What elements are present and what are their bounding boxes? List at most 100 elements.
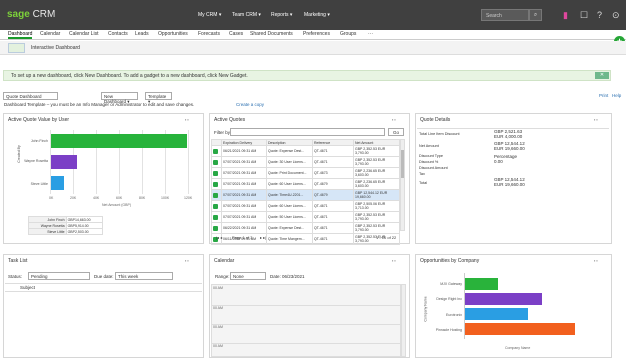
user-icon[interactable]: ⊙ [612,10,620,20]
bar-design-right-inc[interactable] [465,293,542,305]
cell: Quote: Time4U-2201... [266,189,313,201]
pager-first-icon[interactable]: |◂ ◂ [216,235,222,240]
field-label: Net Amount [419,144,439,148]
tab-forecasts[interactable]: Forecasts [198,31,220,37]
quote-icon [213,214,218,220]
bar-label: Wayne Rosetta [24,159,48,163]
info-bar: To set up a new dashboard, click New Das… [3,70,611,81]
range-label: Range: [215,274,230,279]
calendar-scrollbar[interactable] [401,284,406,357]
filter-input[interactable] [230,128,385,136]
table-row[interactable]: 07/07/2021 09:31 AM Quote: 50 User Licens… [211,211,400,223]
range-select[interactable]: None [230,272,266,280]
cell: QT-4679 [312,178,354,190]
field-label: Total [419,181,428,185]
pager-next-icon[interactable]: ▸ ▸| [260,235,266,240]
scrollbar-thumb[interactable] [401,150,404,178]
help-icon[interactable]: ? [597,10,602,20]
cell: Quote: 50 User Licens... [266,211,313,223]
notifications-icon[interactable]: ☐ [580,10,588,20]
menu-team-crm[interactable]: Team CRM ▾ [232,12,261,18]
gadget-menu-icon[interactable]: ▪▪ [185,258,190,263]
hour-label: 00 AM [213,325,223,329]
calendar-grid[interactable] [211,284,401,357]
quotes-scrollbar[interactable] [400,139,405,231]
app-logo[interactable]: sage CRM [7,9,55,20]
menu-my-crm[interactable]: My CRM ▾ [198,12,221,18]
record-count: 1 - 10 of 22 [376,235,397,240]
gadget-title: Opportunities by Company [420,258,480,264]
menu-reports[interactable]: Reports ▾ [271,12,292,18]
bar-john-finch[interactable] [51,134,187,148]
tab-opportunities[interactable]: Opportunities [158,31,188,37]
tab-leads[interactable]: Leads [135,31,149,37]
bar-label: MJX Gateway [440,282,462,286]
hour-line [212,324,400,325]
search-input[interactable]: Search [481,9,529,21]
table-row[interactable]: 06/22/2021 09:31 AM Quote: Expense Dest..… [211,222,400,234]
bar-label: John Finch [30,139,48,143]
close-info-button[interactable]: ✕ [595,72,609,79]
gadget-menu-icon[interactable]: ▪▪ [594,258,599,263]
cell: Quote: 60 User Licens... [266,200,313,212]
tab-dashboard[interactable]: Dashboard [8,31,33,39]
table-row-selected[interactable]: 07/07/2021 09:31 AM Quote: Time4U-2201...… [211,189,400,201]
gadget-title: Quote Details [420,117,451,123]
gadget-menu-icon[interactable]: ▪▪ [185,117,190,122]
bar-steve-little[interactable] [51,176,64,190]
gadget-menu-icon[interactable]: ▪▪ [392,117,397,122]
due-date-label: Due date: [94,274,114,279]
cell: 07/07/2021 09:31 AM [221,167,267,179]
cell: Quote: Expense Dest... [266,145,313,157]
field-label: Discount Type [419,154,443,158]
tab-contacts[interactable]: Contacts [108,31,128,37]
table-row[interactable]: 07/07/2021 09:31 AM Quote: 30 User Licens… [211,156,400,168]
cell: Quote: 30 User Licens... [266,156,313,168]
tab-shared-documents[interactable]: Shared Documents [250,31,293,37]
create-copy-link[interactable]: Create a copy [236,102,264,107]
cell: GBP 2,352.53 EUR 3,793.00 [353,156,400,168]
table-row[interactable]: 07/07/2021 09:31 AM Quote: 60 User Licens… [211,178,400,190]
due-date-select[interactable]: This week [115,272,173,280]
search-icon[interactable]: ⌕ [529,9,542,21]
filter-go-button[interactable]: Go [388,128,404,136]
new-dashboard-button[interactable]: New Dashboard ▾ [101,92,138,104]
phone-icon[interactable]: ▮ [563,10,568,20]
bar-pinnacle-hosting[interactable] [465,323,575,335]
gadget-menu-icon[interactable]: ▪▪ [392,258,397,263]
column-header[interactable]: Subject [20,285,35,290]
quote-icon [213,225,218,231]
cell: 06/21/2021 09:31 AM [221,145,267,157]
divider [5,291,202,292]
gadget-title: Active Quote Value by User [8,117,70,123]
table-row[interactable]: 06/21/2021 09:31 AM Quote: Expense Dest..… [211,145,400,157]
table-row[interactable]: 07/07/2021 09:31 AM Quote: Print Document… [211,167,400,179]
date-value[interactable]: 06/23/2021 [282,274,305,279]
help-link[interactable]: Help [612,93,621,98]
bar-mjx-gateway[interactable] [465,278,498,290]
tab-cases[interactable]: Cases [229,31,243,37]
tab-groups[interactable]: Groups [340,31,356,37]
bar-eurotronix[interactable] [465,308,528,320]
status-select[interactable]: Pending [28,272,90,280]
opportunities-gadget: Opportunities by Company ▪▪ [415,254,612,358]
bar-label: Pinnacle Hosting [435,328,462,332]
tab-calendar-list[interactable]: Calendar List [69,31,98,37]
gadget-menu-icon[interactable]: ▪▪ [594,117,599,122]
x-tick-label: 120K [184,196,193,200]
status-label: Status: [8,274,23,279]
field-label: Discount Amount [419,166,448,170]
print-link[interactable]: Print [599,93,608,98]
quotes-table: Expiration Delivery Description Reference N… [211,139,400,245]
dashboard-select[interactable]: Quote Dashboard [3,92,58,100]
quote-icon [213,159,218,165]
tab-preferences[interactable]: Preferences [303,31,330,37]
main-tabs: Dashboard Calendar Calendar List Contact… [0,30,626,40]
tab-calendar[interactable]: Calendar [40,31,60,37]
tab-more[interactable]: ··· [368,31,373,37]
template-button[interactable]: Template ▾ [145,92,172,104]
top-bar: sage CRM My CRM ▾ Team CRM ▾ Reports ▾ M… [0,0,626,30]
bar-wayne-rosetta[interactable] [51,155,78,169]
table-row[interactable]: 07/07/2021 09:31 AM Quote: 60 User Licens… [211,200,400,212]
menu-marketing[interactable]: Marketing ▾ [304,12,330,18]
